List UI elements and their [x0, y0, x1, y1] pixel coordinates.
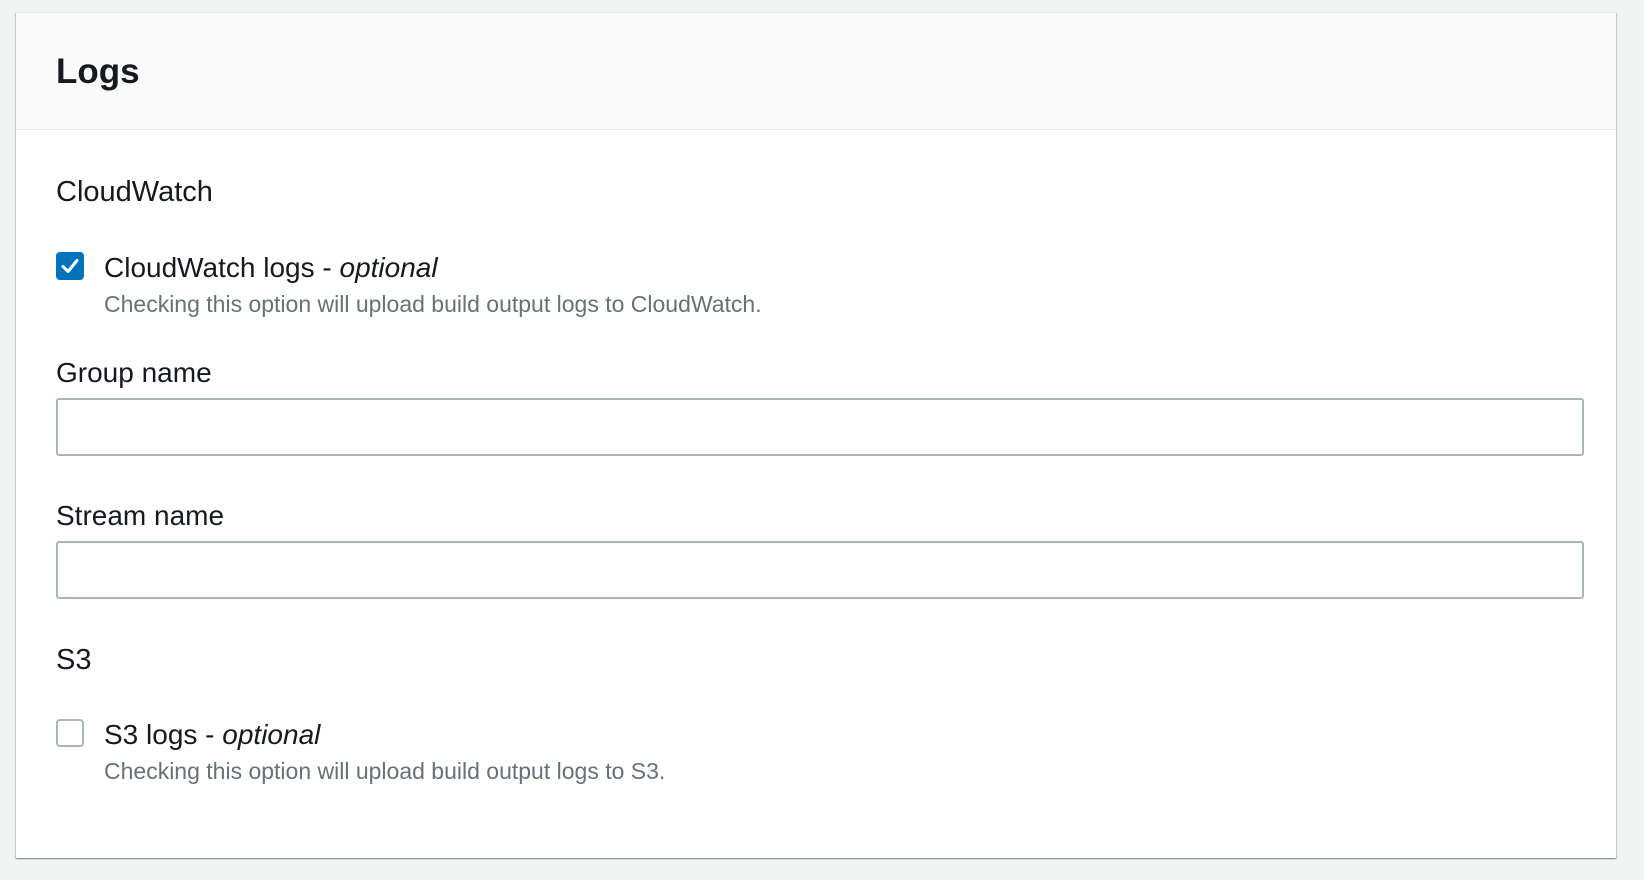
- cloudwatch-logs-optional-tag: optional: [339, 252, 438, 283]
- s3-logs-text: S3 logs - optional Checking this option …: [104, 718, 665, 785]
- cloudwatch-section-title: CloudWatch: [56, 176, 213, 208]
- cloudwatch-logs-label[interactable]: CloudWatch logs - optional: [104, 251, 762, 285]
- panel-header: Logs: [16, 13, 1616, 130]
- group-name-input[interactable]: [56, 398, 1584, 456]
- checkmark-icon: [61, 259, 79, 273]
- s3-logs-optional-tag: optional: [222, 719, 321, 750]
- cloudwatch-logs-description: Checking this option will upload build o…: [104, 290, 762, 317]
- s3-section-title: S3: [56, 644, 92, 676]
- panel-body: CloudWatch CloudWatch logs - optional Ch…: [16, 130, 1616, 858]
- stream-name-label: Stream name: [56, 500, 225, 531]
- cloudwatch-logs-label-text: CloudWatch logs -: [104, 252, 340, 283]
- s3-logs-label-text: S3 logs -: [104, 719, 223, 750]
- cloudwatch-logs-option[interactable]: CloudWatch logs - optional Checking this…: [56, 251, 762, 318]
- stream-name-input[interactable]: [56, 541, 1584, 599]
- s3-logs-checkbox[interactable]: [56, 719, 84, 747]
- panel-title: Logs: [56, 52, 140, 91]
- cloudwatch-logs-checkbox[interactable]: [56, 252, 84, 280]
- s3-logs-description: Checking this option will upload build o…: [104, 757, 666, 784]
- s3-logs-option[interactable]: S3 logs - optional Checking this option …: [56, 718, 665, 785]
- cloudwatch-logs-text: CloudWatch logs - optional Checking this…: [104, 251, 762, 318]
- logs-panel: Logs CloudWatch CloudWatch logs - option…: [16, 12, 1616, 858]
- group-name-label: Group name: [56, 357, 212, 388]
- s3-logs-label[interactable]: S3 logs - optional: [104, 718, 665, 752]
